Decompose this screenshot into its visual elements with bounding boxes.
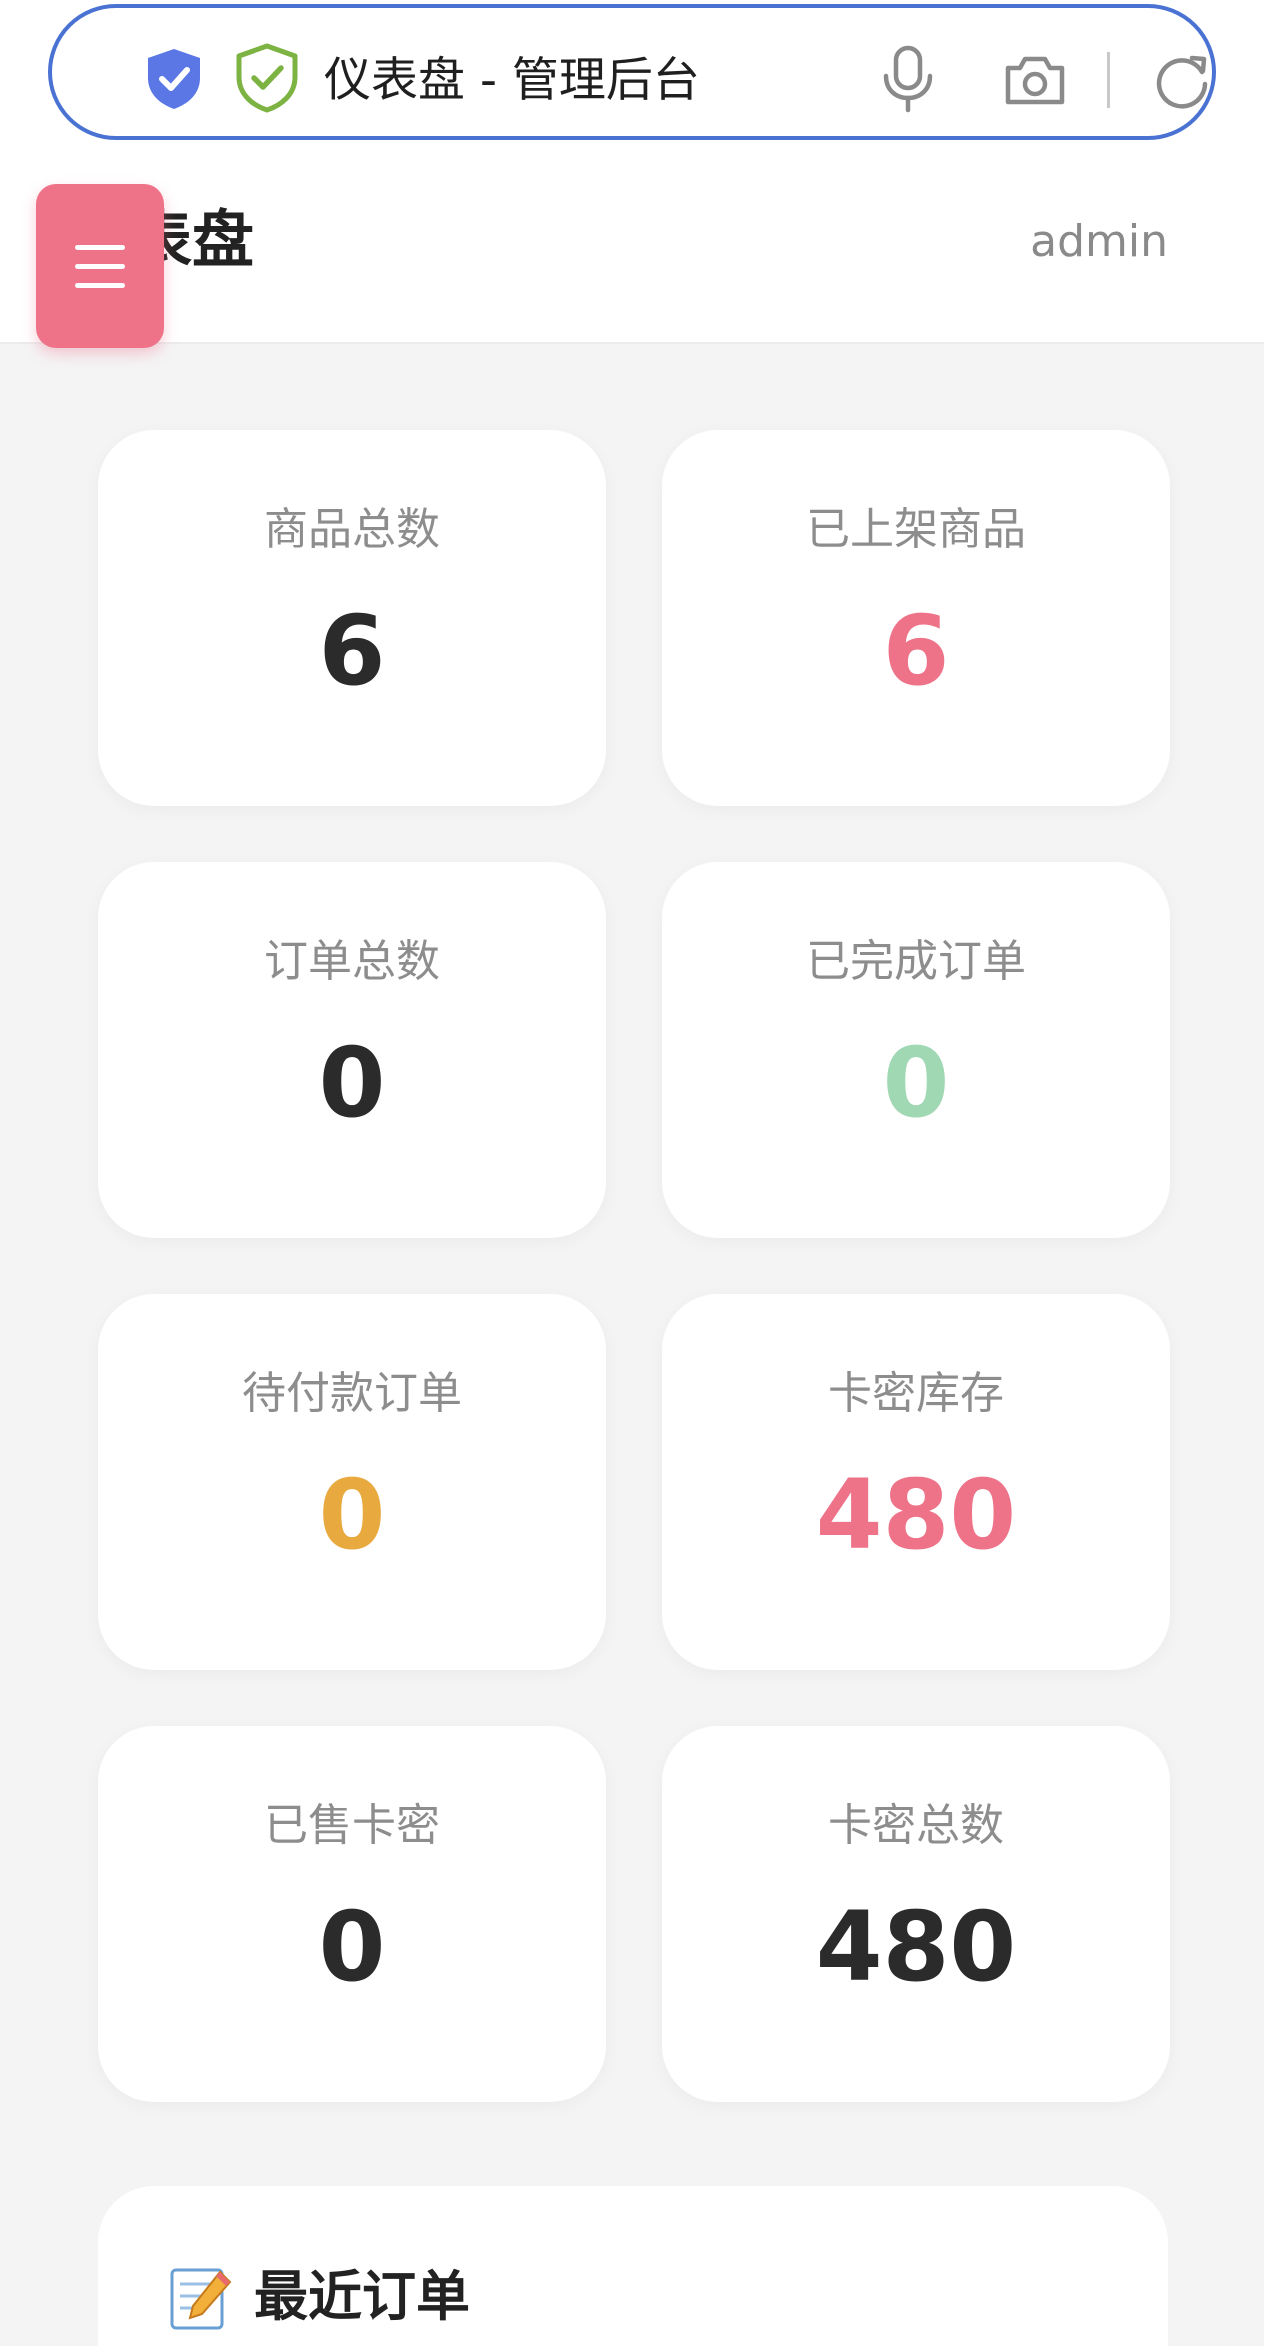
recent-orders-title: 最近订单 <box>254 2265 470 2328</box>
recent-orders-panel: 最近订单 <box>98 2186 1168 2346</box>
browser-toolbar: 仪表盘 - 管理后台 <box>0 0 1264 160</box>
hamburger-icon <box>75 245 125 250</box>
stat-label: 商品总数 <box>264 504 440 555</box>
stat-label: 已售卡密 <box>264 1800 440 1851</box>
page-tab-title[interactable]: 仪表盘 - 管理后台 <box>324 46 700 116</box>
stat-card-card-stock[interactable]: 卡密库存 480 <box>662 1294 1170 1670</box>
stat-card-pending-orders[interactable]: 待付款订单 0 <box>98 1294 606 1670</box>
stat-card-total-orders[interactable]: 订单总数 0 <box>98 862 606 1238</box>
stat-value: 6 <box>882 595 950 707</box>
stat-card-total-products[interactable]: 商品总数 6 <box>98 430 606 806</box>
user-menu[interactable]: admin <box>1030 210 1168 274</box>
stat-value: 0 <box>318 1459 386 1571</box>
stat-card-sold-cards[interactable]: 已售卡密 0 <box>98 1726 606 2102</box>
stat-card-total-cards[interactable]: 卡密总数 480 <box>662 1726 1170 2102</box>
stat-label: 已上架商品 <box>806 504 1026 555</box>
stat-label: 已完成订单 <box>806 936 1026 987</box>
stat-card-listed-products[interactable]: 已上架商品 6 <box>662 430 1170 806</box>
security-check-icon[interactable] <box>234 42 300 114</box>
memo-icon <box>170 2268 232 2330</box>
toolbar-divider <box>1107 52 1110 108</box>
stat-label: 卡密总数 <box>828 1800 1004 1851</box>
stat-label: 待付款订单 <box>242 1368 462 1419</box>
hamburger-icon <box>75 283 125 288</box>
app-header: 表盘 admin <box>0 160 1264 344</box>
camera-icon[interactable] <box>1002 48 1068 112</box>
stat-value: 480 <box>815 1459 1017 1571</box>
stat-card-completed-orders[interactable]: 已完成订单 0 <box>662 862 1170 1238</box>
hamburger-icon <box>75 264 125 269</box>
stat-value: 480 <box>815 1891 1017 2003</box>
stat-value: 0 <box>318 1891 386 2003</box>
stat-value: 6 <box>318 595 386 707</box>
page: 仪表盘 - 管理后台 表盘 admin 商品总数 6 已上架商品 6 订单总数 … <box>0 0 1264 2346</box>
stat-value: 0 <box>882 1027 950 1139</box>
address-bar[interactable]: 仪表盘 - 管理后台 <box>48 4 1216 140</box>
stat-label: 订单总数 <box>264 936 440 987</box>
stat-value: 0 <box>318 1027 386 1139</box>
refresh-icon[interactable] <box>1152 50 1212 110</box>
stat-label: 卡密库存 <box>828 1368 1004 1419</box>
shield-icon[interactable] <box>144 46 204 112</box>
menu-toggle-button[interactable] <box>36 184 164 348</box>
microphone-icon[interactable] <box>880 44 936 114</box>
